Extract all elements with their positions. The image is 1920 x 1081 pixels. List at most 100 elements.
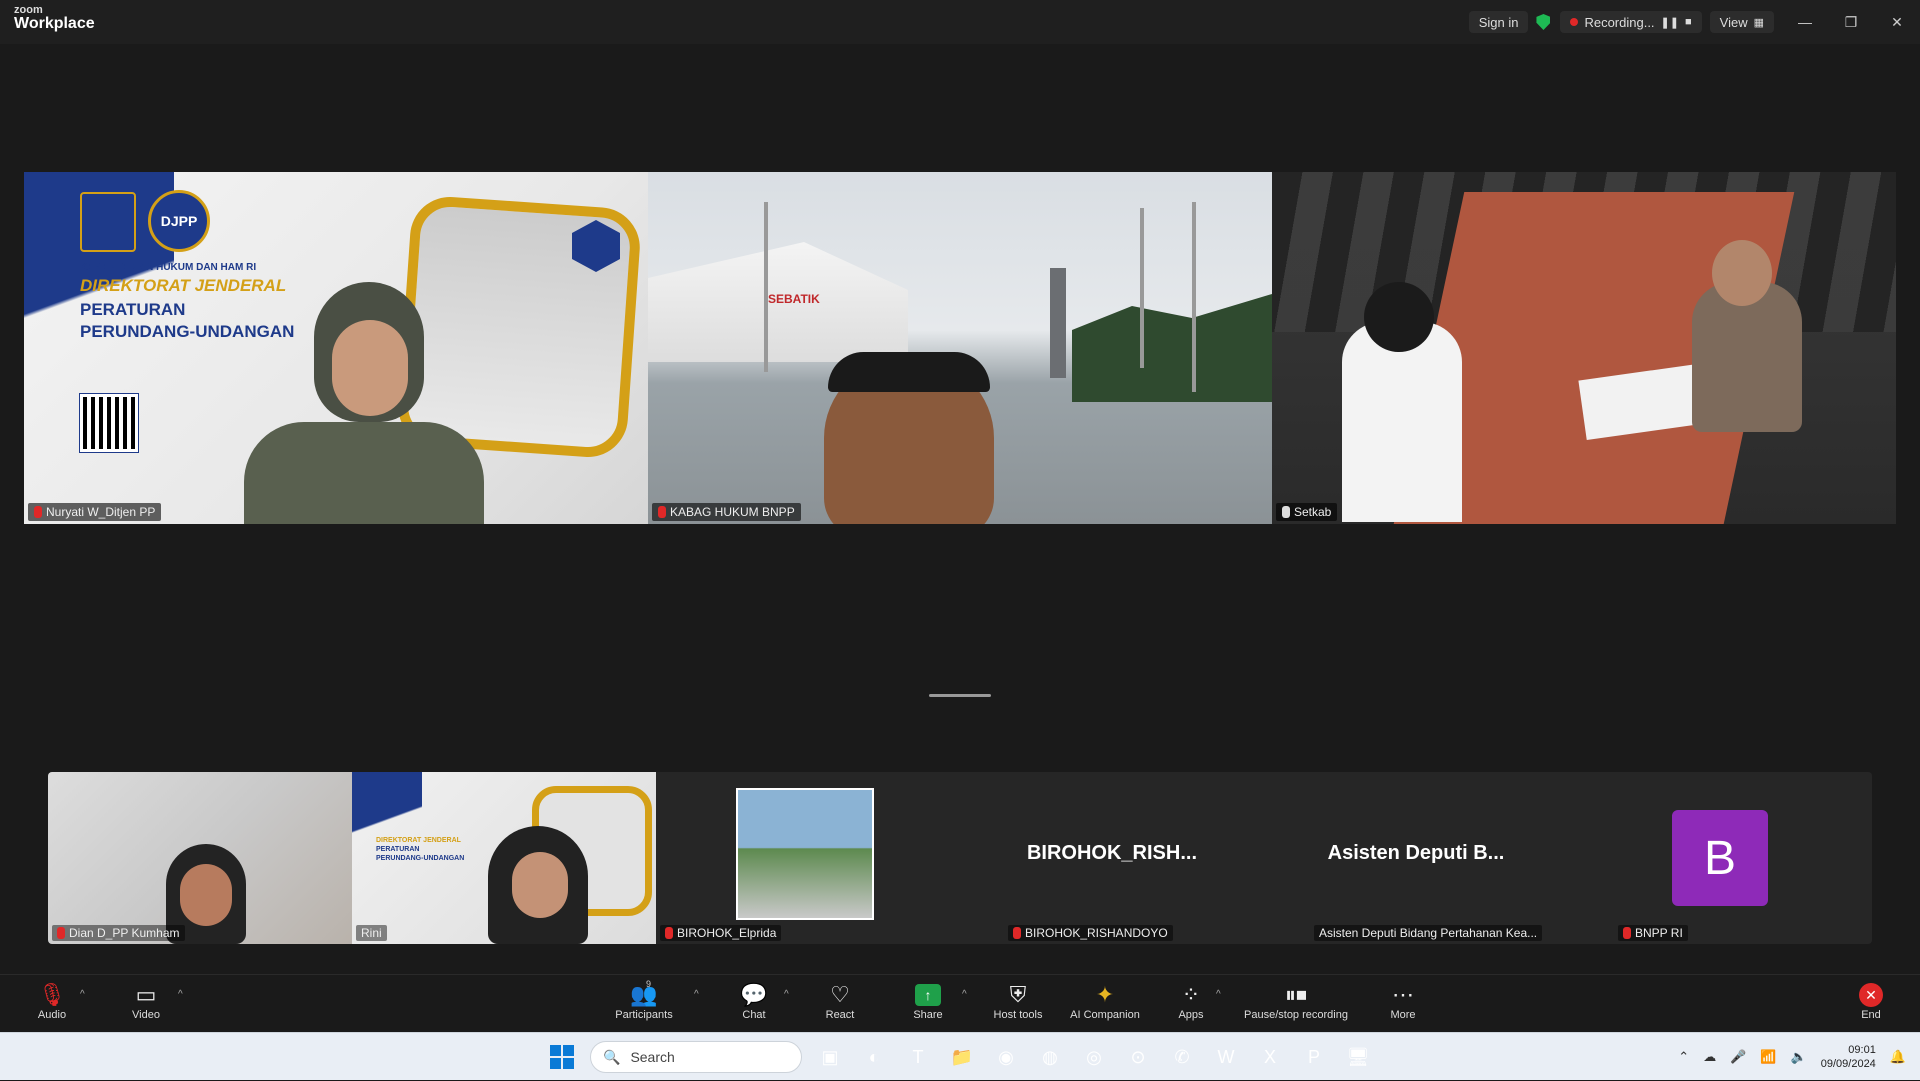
audio-options-chevron-icon[interactable]: ^ (80, 989, 85, 1000)
chat-label: Chat (742, 1009, 766, 1021)
profile-picture (736, 788, 874, 920)
pause-stop-recording-button[interactable]: ⏸⏹ Pause/stop recording (1238, 981, 1354, 1029)
participants-chevron-icon[interactable]: ^ (694, 989, 699, 1000)
share-button[interactable]: ↑ Share (910, 981, 946, 1029)
banner-line3: PERATURAN (80, 300, 186, 319)
app-brand: zoom Workplace (14, 5, 95, 32)
gallery-tile-rini[interactable]: DIREKTORAT JENDERAL PERATURAN PERUNDANG-UN… (352, 772, 656, 944)
participant-name: KABAG HUKUM BNPP (670, 505, 795, 519)
pause-stop-recording-label: Pause/stop recording (1244, 1009, 1348, 1021)
chrome-icon[interactable]: ◎ (1080, 1043, 1108, 1071)
audio-button[interactable]: 🎙 Audio (32, 981, 72, 1029)
edge-icon[interactable]: ◉ (992, 1043, 1020, 1071)
gallery-tile-elprida[interactable]: BIROHOK_Elprida (656, 772, 960, 944)
ministry-logo (80, 192, 136, 252)
participant-name: Dian D_PP Kumham (69, 926, 180, 940)
host-tools-label: Host tools (993, 1009, 1043, 1021)
participant-name-tag: BIROHOK_RISHANDOYO (1008, 925, 1173, 941)
view-button[interactable]: View ▦ (1709, 11, 1774, 33)
microphone-icon[interactable]: 🎤 (1730, 1049, 1746, 1065)
brand-big: Workplace (14, 15, 95, 32)
video-options-chevron-icon[interactable]: ^ (178, 989, 183, 1000)
end-label: End (1861, 1009, 1881, 1021)
participant-video (180, 864, 232, 926)
apps-button[interactable]: ⁘ Apps (1174, 981, 1208, 1029)
whatsapp-icon[interactable]: ✆ (1168, 1043, 1196, 1071)
remote-desktop-icon[interactable]: 🖥 (1344, 1043, 1372, 1071)
notification-bell-icon[interactable]: 🔔 (1890, 1049, 1906, 1065)
more-icon: ⋯ (1392, 982, 1414, 1007)
word-icon[interactable]: W (1212, 1043, 1240, 1071)
participant-name-tag: Nuryati W_Ditjen PP (28, 503, 162, 521)
building-sign: SEBATIK (768, 292, 820, 306)
participants-button[interactable]: 👥 9 Participants (612, 979, 676, 1029)
mic-muted-icon: 🎙 (38, 982, 66, 1007)
start-button[interactable] (548, 1043, 576, 1071)
gallery-tile-asisten-deputi[interactable]: Asisten Deputi B... Asisten Deputi Bidan… (1264, 772, 1568, 944)
stop-recording-icon[interactable]: ■ (1685, 16, 1692, 28)
recording-indicator[interactable]: Recording... ❚❚ ■ (1560, 11, 1702, 33)
recording-label: Recording... (1584, 14, 1655, 30)
ai-companion-button[interactable]: ✦ AI Companion (1066, 981, 1144, 1029)
ai-companion-label: AI Companion (1070, 1009, 1140, 1021)
zoom-icon[interactable]: ⊙ (1124, 1043, 1152, 1071)
task-view-icon[interactable]: ▣ (816, 1043, 844, 1071)
camera-icon: ▭ (135, 982, 157, 1007)
powerpoint-icon[interactable]: P (1300, 1043, 1328, 1071)
more-label: More (1390, 1009, 1416, 1021)
video-tile-kabag-hukum[interactable]: SEBATIK KABAG HUKUM BNPP (648, 172, 1272, 524)
pause-recording-icon[interactable]: ❚❚ (1661, 16, 1679, 29)
participant-hair (828, 352, 990, 392)
teams-icon[interactable]: T (904, 1043, 932, 1071)
restore-icon[interactable]: ❐ (1828, 0, 1874, 44)
video-tile-nuryati[interactable]: DJPP KEMENTERIAN HUKUM DAN HAM RI DIREKT… (24, 172, 648, 524)
taskbar-search[interactable]: 🔍 Search (590, 1041, 802, 1073)
gallery-tile-bnpp[interactable]: B BNPP RI (1568, 772, 1872, 944)
windows-taskbar: 🔍 Search ▣ ◐ T 📁 ◉ ◍ ◎ ⊙ ✆ W X P 🖥 ⌃ ☁ 🎤… (0, 1032, 1920, 1080)
video-button[interactable]: ▭ Video (126, 981, 166, 1029)
chat-button[interactable]: 💬 Chat (736, 981, 772, 1029)
gallery-resize-handle[interactable] (929, 694, 991, 697)
mic-muted-icon (658, 506, 666, 518)
firefox-icon[interactable]: ◍ (1036, 1043, 1064, 1071)
volume-icon[interactable]: 🔈 (1791, 1049, 1807, 1065)
encryption-shield-icon[interactable] (1536, 14, 1551, 30)
participant-name-tag: Rini (356, 925, 387, 941)
close-icon[interactable]: ✕ (1874, 0, 1920, 44)
shield-icon: ⛨ (1009, 982, 1027, 1007)
share-chevron-icon[interactable]: ^ (962, 989, 967, 1000)
gallery-tile-rishandoyo[interactable]: BIROHOK_RISH... BIROHOK_RISHANDOYO (960, 772, 1264, 944)
sign-in-button[interactable]: Sign in (1468, 11, 1529, 33)
participant-name-tag: Asisten Deputi Bidang Pertahanan Kea... (1314, 925, 1543, 941)
banner-text: DIREKTORAT JENDERAL PERATURAN PERUNDANG-UN… (376, 836, 464, 863)
react-button[interactable]: ♡ React (822, 981, 858, 1029)
windows-logo-icon (550, 1045, 574, 1069)
more-button[interactable]: ⋯ More (1386, 981, 1420, 1029)
chat-chevron-icon[interactable]: ^ (784, 989, 789, 1000)
wifi-icon[interactable]: 📶 (1760, 1049, 1776, 1065)
participant-video (244, 282, 484, 524)
participants-label: Participants (615, 1009, 673, 1021)
host-tools-button[interactable]: ⛨ Host tools (990, 981, 1046, 1029)
title-bar: zoom Workplace Sign in Recording... ❚❚ ■… (0, 0, 1920, 44)
file-explorer-icon[interactable]: 📁 (948, 1043, 976, 1071)
street-pole (1140, 208, 1144, 368)
gallery-tile-dian[interactable]: Dian D_PP Kumham (48, 772, 352, 944)
system-tray: ⌃ ☁ 🎤 📶 🔈 09:01 09/09/2024 🔔 (1678, 1033, 1920, 1081)
onedrive-icon[interactable]: ☁ (1703, 1049, 1716, 1065)
copilot-icon[interactable]: ◐ (860, 1043, 888, 1071)
end-button[interactable]: ✕ End (1856, 981, 1886, 1029)
avatar: B (1672, 810, 1768, 906)
video-tile-setkab[interactable]: Setkab (1272, 172, 1896, 524)
participant-name: Setkab (1294, 505, 1332, 519)
apps-chevron-icon[interactable]: ^ (1216, 989, 1221, 1000)
excel-icon[interactable]: X (1256, 1043, 1284, 1071)
recording-dot-icon (1570, 18, 1579, 26)
apps-label: Apps (1178, 1009, 1204, 1021)
minimize-icon[interactable]: — (1782, 0, 1828, 44)
view-label: View (1719, 14, 1748, 30)
banner-line3: PERATURAN (376, 846, 420, 854)
chevron-up-icon[interactable]: ⌃ (1678, 1049, 1689, 1065)
share-label: Share (913, 1009, 943, 1021)
clock[interactable]: 09:01 09/09/2024 (1821, 1043, 1876, 1071)
